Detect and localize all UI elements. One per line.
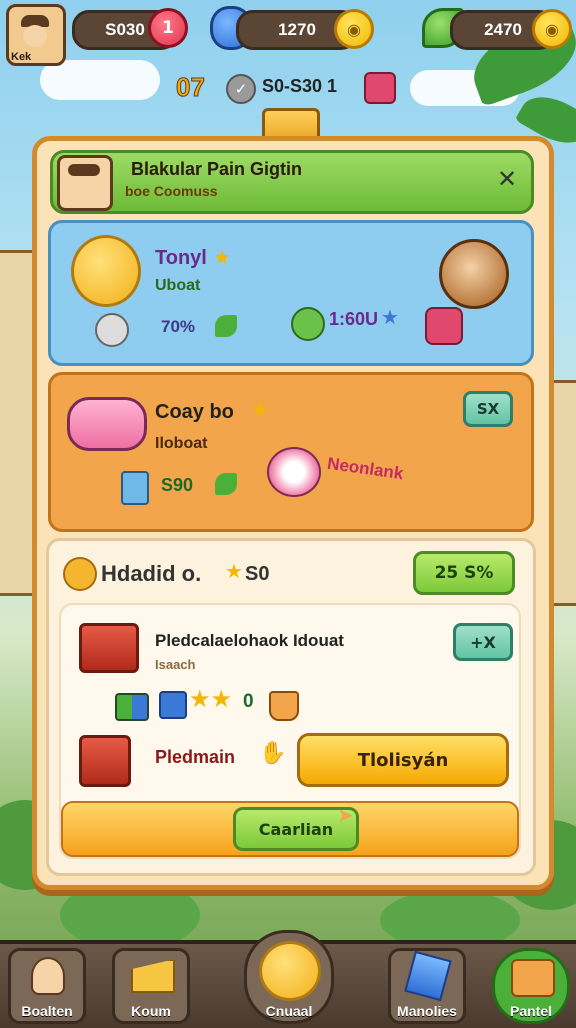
bag-icon <box>425 307 463 345</box>
nav-item-1[interactable]: Koum <box>112 948 190 1024</box>
gift-icon <box>364 72 396 104</box>
duck-character-icon <box>71 235 141 307</box>
card-2-close-label: SX <box>476 400 500 418</box>
card-3-inner-subtitle: Isaach <box>155 657 196 672</box>
header-title: Blakular Pain Gigtin <box>131 159 303 179</box>
turtle-icon <box>291 307 325 341</box>
star-icon: ★ <box>213 245 231 269</box>
card-2-title: Coay bo <box>155 401 234 423</box>
nav-item-0[interactable]: Boalten <box>8 948 86 1024</box>
coin-icon-2: ◉ <box>532 9 572 49</box>
card-3-reward2-button-label: Tlolisyán <box>357 749 449 771</box>
close-icon[interactable]: ✕ <box>493 165 521 193</box>
character-icon <box>31 957 65 995</box>
gift-box-icon <box>79 735 131 787</box>
nav-item-3[interactable]: Manolies <box>388 948 466 1024</box>
card-3-inner-close-button[interactable]: +X <box>453 623 513 661</box>
card-1[interactable]: Tonyl ★ Uboat 70% 1:60U ★ <box>48 220 534 366</box>
card-3-inner-title: Pledcalaelohaok Idouat <box>155 631 344 650</box>
nav-item-3-label: Manolies <box>397 1003 457 1019</box>
card-3-title: Hdadid o. <box>101 561 202 586</box>
card-2-price: S90 <box>161 475 194 495</box>
stars-icon: ★★ <box>189 685 233 713</box>
cheese-icon <box>131 959 175 993</box>
card-1-title: Tonyl <box>155 247 207 269</box>
star-icon-2: ★ <box>381 305 399 329</box>
gamepad-icon <box>67 397 147 451</box>
nav-item-4[interactable]: Pantel <box>492 948 570 1024</box>
cookie-icon <box>63 557 97 591</box>
star-icon-3: ★ <box>251 397 269 421</box>
range-text: S0-S30 1 <box>262 76 338 96</box>
card-2-tag: Neonlank <box>326 453 405 484</box>
header-avatar <box>57 155 113 211</box>
card-3-reward2-label: Pledmain <box>155 747 236 767</box>
leaf-small-icon <box>215 315 237 337</box>
card-2[interactable]: Coay bo ★ Iloboat S90 Neonlank SX <box>48 372 534 532</box>
star-icon-4: ★ <box>225 559 243 583</box>
currency-1-add-button[interactable]: 1 <box>148 8 188 48</box>
blue-gem-icon <box>404 950 452 1002</box>
shop-icon <box>511 959 555 997</box>
currency-1-plus-text: 1 <box>162 18 174 38</box>
card-3-badge-label: 25 S% <box>434 563 494 583</box>
cog-icon <box>95 313 129 347</box>
card-3-reward-count: 0 <box>243 691 254 712</box>
card-3-reward2-button[interactable]: Tlolisyán <box>297 733 509 787</box>
nav-item-2-label: Cnuaal <box>265 1003 313 1019</box>
nav-item-1-label: Koum <box>131 1003 171 1019</box>
mascot-icon <box>259 941 321 1001</box>
bottle-icon <box>121 471 149 505</box>
card-3: Hdadid o. ★ S0 25 S% Pledcalaelohaok Ido… <box>46 538 536 876</box>
player-badge-text: Kek <box>11 51 32 63</box>
card-3-wide-button-label: Caarlian <box>258 819 334 839</box>
card-1-percent: 70% <box>161 317 196 336</box>
card-3-inner: Pledcalaelohaok Idouat Isaach +X ★★ 0 Pl… <box>59 603 521 859</box>
nav-item-2[interactable]: Cnuaal <box>244 930 334 1024</box>
level-text: 07 <box>176 72 206 103</box>
card-3-badge-button[interactable]: 25 S% <box>413 551 515 595</box>
nav-item-0-label: Boalten <box>21 1003 73 1019</box>
treasure-chest-red-icon <box>79 623 139 673</box>
card-3-title-value: S0 <box>245 563 270 585</box>
card-3-inner-close-label: +X <box>470 632 496 652</box>
panel-header: Blakular Pain Gigtin boe Coomuss ✕ <box>50 150 534 214</box>
card-2-close-button[interactable]: SX <box>463 391 513 427</box>
hand-icon: ✋ <box>259 741 287 766</box>
card-1-timer: 1:60U <box>329 309 379 329</box>
pointer-icon: ➤ <box>337 803 354 827</box>
leaf-small-icon-2 <box>215 473 237 495</box>
check-icon: ✓ <box>226 74 256 104</box>
header-subtitle: boe Coomuss <box>125 183 218 199</box>
flower-character-icon <box>267 447 321 497</box>
coin-icon: ◉ <box>334 9 374 49</box>
player-avatar[interactable]: Kek <box>6 4 66 66</box>
cubes-icon <box>115 693 149 721</box>
dog-character-icon <box>439 239 509 309</box>
blue-cube-icon <box>159 691 187 719</box>
card-2-subtitle: Iloboat <box>155 435 208 452</box>
cup-icon <box>269 691 299 721</box>
card-1-subtitle: Uboat <box>155 277 201 294</box>
nav-item-4-label: Pantel <box>509 1003 552 1019</box>
